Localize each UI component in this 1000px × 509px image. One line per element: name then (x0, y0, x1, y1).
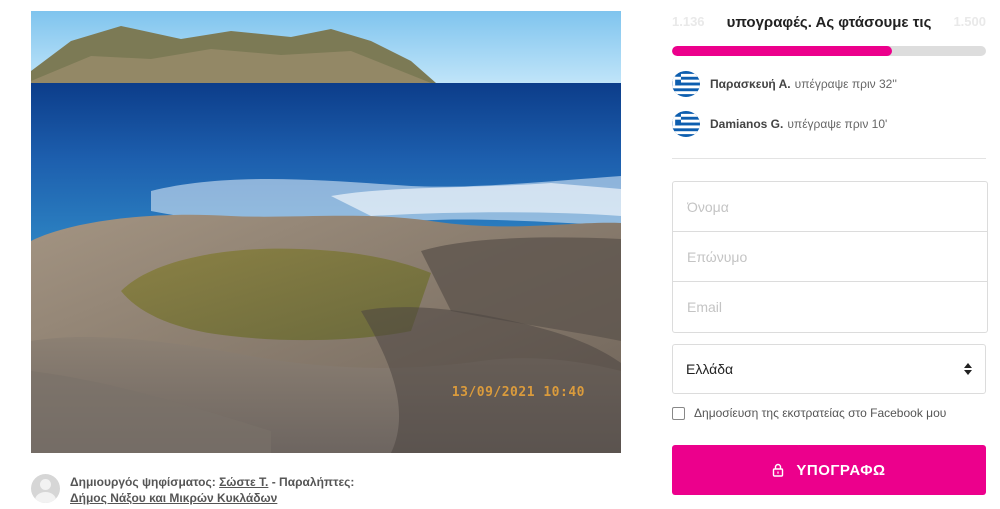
petition-photo: 13/09/2021 10:40 (31, 11, 621, 453)
greece-flag-icon (672, 71, 700, 97)
lock-icon (772, 463, 784, 477)
creator-prefix: Δημιουργός ψηφίσματος: (70, 475, 216, 489)
progress-fill (672, 46, 892, 56)
recipient-link[interactable]: Δήμος Νάξου και Μικρών Κυκλάδων (70, 491, 277, 505)
first-name-input[interactable] (673, 182, 987, 232)
creator-text: Δημιουργός ψηφίσματος: Σώστε Τ. - Παραλή… (70, 474, 354, 506)
signature-progress-bar (672, 46, 986, 56)
photo-date-stamp: 13/09/2021 10:40 (451, 385, 585, 400)
signature-form-fields (672, 181, 988, 333)
avatar (31, 474, 60, 503)
sign-button[interactable]: ΥΠΟΓΡΑΦΩ (672, 445, 986, 495)
email-input[interactable] (673, 282, 987, 332)
facebook-share-option[interactable]: Δημοσίευση της εκστρατείας στο Facebook … (672, 406, 946, 420)
facebook-share-label: Δημοσίευση της εκστρατείας στο Facebook … (694, 406, 947, 420)
goal-text: υπογραφές. Ας φτάσουμε τις (726, 14, 932, 31)
creator-link[interactable]: Σώστε Τ. (219, 475, 268, 489)
recent-signer: Damianos G. υπέγραψε πριν 10' (672, 111, 887, 137)
last-name-input[interactable] (673, 232, 987, 282)
signer-time: υπέγραψε πριν 32'' (794, 77, 897, 91)
select-arrows-icon (964, 363, 972, 375)
petition-creator: Δημιουργός ψηφίσματος: Σώστε Τ. - Παραλή… (31, 474, 354, 506)
signer-time: υπέγραψε πριν 10' (787, 117, 888, 131)
facebook-share-checkbox[interactable] (672, 406, 685, 420)
sign-button-label: ΥΠΟΓΡΑΦΩ (796, 461, 886, 479)
recent-signer: Παρασκευή Α. υπέγραψε πριν 32'' (672, 71, 897, 97)
country-value: Ελλάδα (686, 361, 734, 377)
signer-name: Damianos G. (710, 117, 784, 131)
recipients-prefix: - Παραλήπτες: (268, 475, 355, 489)
divider (672, 158, 986, 159)
signer-name: Παρασκευή Α. (710, 77, 791, 91)
greece-flag-icon (672, 111, 700, 137)
country-select[interactable]: Ελλάδα (672, 344, 986, 394)
